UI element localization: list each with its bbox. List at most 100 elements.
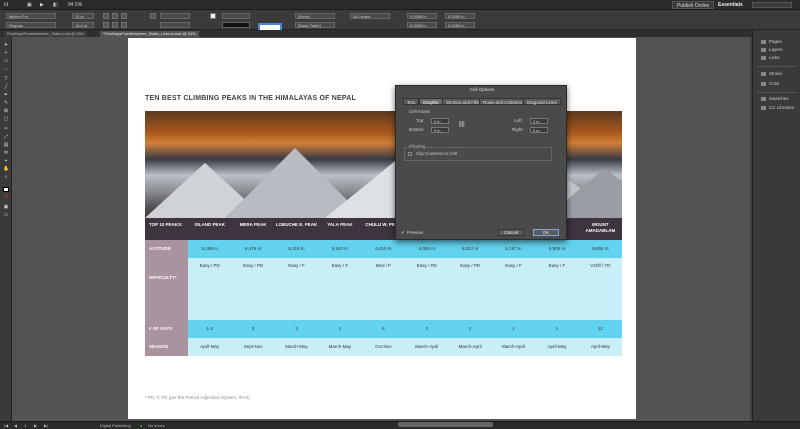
- font-style-field[interactable]: Regular: [6, 22, 56, 28]
- column-width-field[interactable]: [160, 22, 190, 28]
- type-tool-icon[interactable]: T: [3, 77, 9, 82]
- search-field[interactable]: [752, 2, 792, 8]
- table-style-field[interactable]: [Basic Table]: [295, 22, 335, 28]
- table-cell[interactable]: Easy / PD: [231, 258, 274, 320]
- table-cell[interactable]: 2: [405, 320, 448, 338]
- table-cell[interactable]: Easy / F: [275, 258, 318, 320]
- next-page-icon[interactable]: ▶: [34, 423, 37, 428]
- align-center-icon[interactable]: [112, 13, 118, 19]
- rectangle-tool-icon[interactable]: ▢: [3, 117, 9, 122]
- font-family-field[interactable]: Minion Pro: [6, 13, 56, 19]
- valign-top-icon[interactable]: [103, 22, 109, 28]
- note-tool-icon[interactable]: ✉: [3, 151, 9, 156]
- column-header[interactable]: MOUNT AMADABLAM: [579, 218, 622, 240]
- tab-strokes-and-fills[interactable]: Strokes and Fills: [442, 98, 484, 105]
- tab-diagonal-lines[interactable]: Diagonal Lines: [523, 98, 561, 105]
- fill-swatch-icon[interactable]: [210, 13, 216, 19]
- table-cell[interactable]: 6,119 m: [275, 240, 318, 258]
- bridge-icon[interactable]: ▣: [27, 2, 32, 8]
- inset-left-field[interactable]: 0.0556 in: [445, 13, 475, 19]
- column-header[interactable]: MERA PEAK: [231, 218, 274, 240]
- line-tool-icon[interactable]: ╱: [3, 85, 9, 90]
- table-cell[interactable]: Easy / PD: [405, 258, 448, 320]
- swatches-panel-tab[interactable]: Swatches: [761, 95, 789, 102]
- pages-panel-tab[interactable]: Pages: [761, 38, 782, 45]
- fill-icon[interactable]: [3, 187, 9, 192]
- table-cell[interactable]: April-May: [579, 338, 622, 356]
- table-cell[interactable]: 6,476 m: [231, 240, 274, 258]
- column-header[interactable]: ISLAND PEAK: [188, 218, 231, 240]
- table-footnote[interactable]: * PD, F, TD (per the French Adjectival S…: [145, 395, 250, 400]
- table-cell[interactable]: 6,856 m: [579, 240, 622, 258]
- page-number-field[interactable]: 1: [24, 423, 26, 428]
- top-inset-field[interactable]: 0 in: [431, 118, 449, 124]
- levels-field[interactable]: All Levels: [350, 13, 390, 19]
- table-cell[interactable]: March-May: [318, 338, 361, 356]
- rotate-text-icon[interactable]: [150, 13, 156, 19]
- color-panel-tab[interactable]: Color: [761, 80, 780, 87]
- links-panel-tab[interactable]: Links: [761, 54, 780, 61]
- eyedropper-tool-icon[interactable]: ⌖: [3, 159, 9, 164]
- table-cell[interactable]: 1: [535, 320, 578, 338]
- table-cell[interactable]: Easy / PD: [448, 258, 491, 320]
- table-cell[interactable]: 3: [231, 320, 274, 338]
- tab-document-1[interactable]: FiveDaysFromNowhere_Static.indd @ 93%: [4, 31, 88, 37]
- vertical-scrollbar[interactable]: [750, 37, 752, 421]
- link-insets-icon[interactable]: ⛓: [458, 121, 466, 128]
- leading-field[interactable]: 14.4 pt: [72, 22, 94, 28]
- right-inset-field[interactable]: 0 in: [530, 127, 548, 133]
- inset-right-field[interactable]: 0.0556 in: [445, 22, 475, 28]
- pencil-tool-icon[interactable]: ✎: [3, 101, 9, 106]
- table-cell[interactable]: 1: [492, 320, 535, 338]
- tab-document-2[interactable]: *FiveDaysFromNowhere_Static_Linked.indd …: [100, 31, 199, 37]
- table-cell[interactable]: April-May: [535, 338, 578, 356]
- inset-bottom-field[interactable]: 0.0556 in: [407, 22, 437, 28]
- column-header[interactable]: YALA PEAK: [318, 218, 361, 240]
- table-cell[interactable]: 6,187 m: [492, 240, 535, 258]
- table-cell[interactable]: 6,012 m: [448, 240, 491, 258]
- table-cell[interactable]: Med / F: [362, 258, 405, 320]
- inset-top-field[interactable]: 0.0556 in: [407, 13, 437, 19]
- cell-style-field[interactable]: [None]: [295, 13, 335, 19]
- stroke-panel-tab[interactable]: Stroke: [761, 70, 782, 77]
- profile-label[interactable]: Digital Publishing: [100, 423, 131, 428]
- column-header[interactable]: LOBUCHE E. PEAK: [275, 218, 318, 240]
- first-page-icon[interactable]: |◀: [4, 423, 8, 428]
- hand-tool-icon[interactable]: ✋: [3, 167, 9, 172]
- page-title[interactable]: TEN BEST CLIMBING PEAKS IN THE HIMALAYAS…: [145, 95, 356, 102]
- table-cell[interactable]: Oct-Nov: [362, 338, 405, 356]
- table-cell[interactable]: March-April: [448, 338, 491, 356]
- table-cell[interactable]: March-April: [405, 338, 448, 356]
- row-label[interactable]: SEASON: [145, 338, 188, 356]
- tab-graphic[interactable]: Graphic: [419, 98, 443, 105]
- clip-contents-checkbox[interactable]: [408, 152, 412, 156]
- scissors-tool-icon[interactable]: ✂: [3, 127, 9, 132]
- cc-libraries-panel-tab[interactable]: CC Libraries: [761, 104, 794, 111]
- table-cell[interactable]: March-May: [275, 338, 318, 356]
- stroke-type-field[interactable]: [222, 22, 250, 28]
- table-cell[interactable]: Sept-Nov: [231, 338, 274, 356]
- table-cell[interactable]: V.Diff / TD: [579, 258, 622, 320]
- table-cell[interactable]: 6,189 m: [188, 240, 231, 258]
- table-cell[interactable]: 6,092 m: [405, 240, 448, 258]
- table-cell[interactable]: 5,806 m: [535, 240, 578, 258]
- valign-middle-icon[interactable]: [112, 22, 118, 28]
- formatting-affects-container-icon[interactable]: ▣: [3, 205, 9, 210]
- bottom-inset-field[interactable]: 0 in: [431, 127, 449, 133]
- layers-panel-tab[interactable]: Layers: [761, 46, 783, 53]
- rectangle-frame-tool-icon[interactable]: ⊠: [3, 109, 9, 114]
- table-cell[interactable]: 1: [318, 320, 361, 338]
- ok-button[interactable]: OK: [533, 229, 559, 236]
- left-inset-field[interactable]: 0 in: [530, 118, 548, 124]
- table-cell[interactable]: April-May: [188, 338, 231, 356]
- play-icon[interactable]: ▶: [40, 2, 44, 8]
- cancel-button[interactable]: Cancel: [498, 229, 524, 236]
- table-cell[interactable]: 1-2: [188, 320, 231, 338]
- table-cell[interactable]: Easy / PD: [188, 258, 231, 320]
- row-label[interactable]: DIFFICULTY*: [145, 258, 188, 320]
- tab-text[interactable]: Text: [403, 98, 420, 105]
- pen-tool-icon[interactable]: ✒: [3, 93, 9, 98]
- table-cell[interactable]: 6: [362, 320, 405, 338]
- table-cell[interactable]: March-April: [492, 338, 535, 356]
- table-cell[interactable]: 12: [579, 320, 622, 338]
